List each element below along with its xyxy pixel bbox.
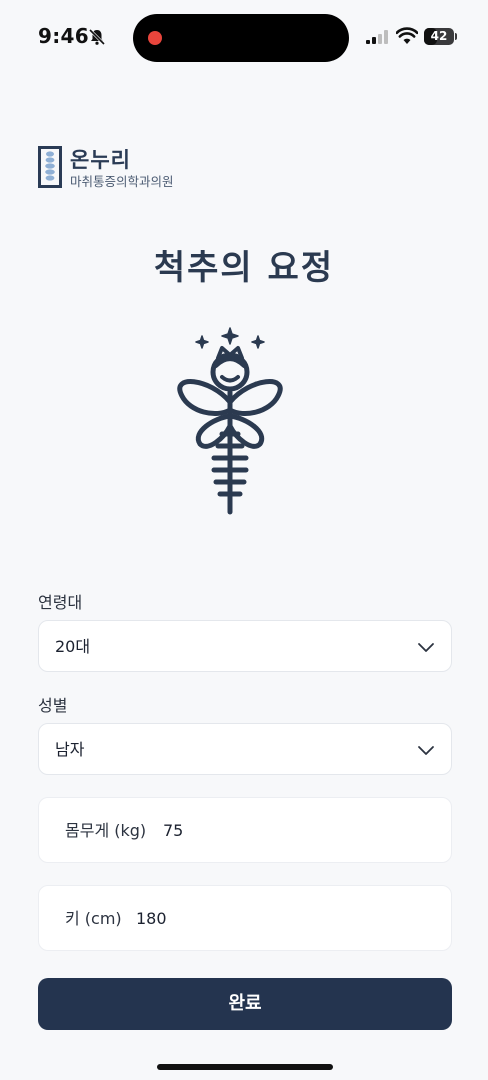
recording-indicator-icon	[148, 31, 162, 45]
gender-label: 성별	[38, 696, 68, 715]
cellular-signal-icon	[366, 30, 388, 44]
weight-label: 몸무게 (kg)	[65, 821, 147, 840]
spine-logo-icon	[38, 146, 62, 188]
gender-select[interactable]: 남자	[38, 723, 452, 775]
clinic-name: 온누리	[70, 148, 131, 172]
height-input[interactable]: 180	[136, 886, 167, 952]
clinic-logo: 온누리 마취통증의학과의원	[38, 146, 238, 190]
height-label: 키 (cm)	[65, 909, 122, 928]
home-indicator[interactable]	[157, 1064, 333, 1070]
age-group-value: 20대	[55, 637, 91, 656]
gender-value: 남자	[55, 740, 85, 759]
weight-input[interactable]: 75	[163, 798, 183, 864]
bell-off-icon	[88, 28, 106, 46]
status-time: 9:46	[38, 24, 89, 48]
chevron-down-icon	[418, 746, 434, 755]
height-field[interactable]: 키 (cm) 180	[38, 885, 452, 951]
status-bar: 9:46 42	[0, 0, 488, 76]
dynamic-island	[133, 14, 349, 62]
battery-level: 42	[430, 29, 448, 43]
spine-fairy-icon	[177, 327, 283, 515]
done-button[interactable]: 완료	[38, 978, 452, 1030]
weight-field[interactable]: 몸무게 (kg) 75	[38, 797, 452, 863]
clinic-subtitle: 마취통증의학과의원	[70, 174, 174, 189]
age-group-select[interactable]: 20대	[38, 620, 452, 672]
app-title: 척추의 요정	[153, 248, 335, 288]
chevron-down-icon	[418, 643, 434, 652]
battery-cap	[455, 33, 457, 40]
age-group-label: 연령대	[38, 593, 83, 612]
wifi-icon	[396, 27, 418, 44]
battery-icon: 42	[424, 28, 454, 45]
